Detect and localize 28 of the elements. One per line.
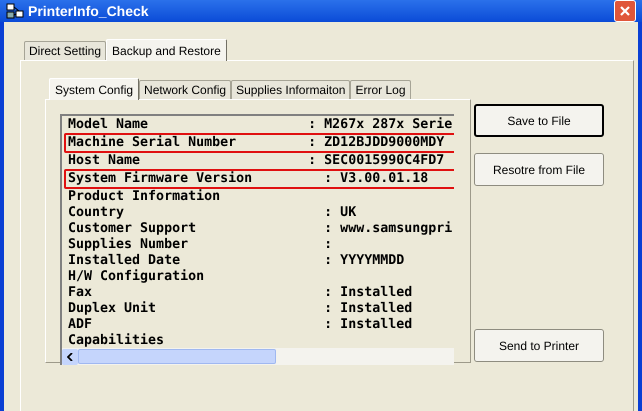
tab[interactable]: Supplies Informaiton xyxy=(231,80,350,99)
info-line: Installed Date : YYYYMMDD xyxy=(68,253,406,269)
tab[interactable]: Network Config xyxy=(139,80,232,99)
info-line: Duplex Unit : Installed xyxy=(68,301,414,317)
action-button[interactable]: Send to Printer xyxy=(474,329,604,362)
close-icon xyxy=(619,5,631,17)
info-line: Model Name : M267x 287x Serie xyxy=(68,117,454,133)
info-line: ADF : Installed xyxy=(68,317,414,333)
action-button[interactable]: Save to File xyxy=(474,104,604,137)
scroll-left-button[interactable] xyxy=(62,348,78,364)
scrollbar-thumb[interactable] xyxy=(78,349,276,364)
info-line: Capabilities xyxy=(68,333,166,348)
info-line: Country : UK xyxy=(68,205,358,221)
tab[interactable]: System Config xyxy=(49,78,140,100)
info-line: Fax : Installed xyxy=(68,285,414,301)
window-title: PrinterInfo_Check xyxy=(28,2,149,20)
info-line: Host Name : SEC0015990C4FD7 xyxy=(68,153,446,169)
horizontal-scrollbar[interactable] xyxy=(62,348,454,365)
printer-network-icon xyxy=(6,2,24,20)
action-button[interactable]: Resotre from File xyxy=(474,153,604,186)
close-button[interactable] xyxy=(614,0,636,22)
info-line: Customer Support : www.samsungpri xyxy=(68,221,454,237)
tab[interactable]: Backup and Restore xyxy=(106,39,227,61)
tab[interactable]: Direct Setting xyxy=(24,41,106,60)
info-line: Product Information xyxy=(68,189,222,205)
info-line: Supplies Number : xyxy=(68,237,334,253)
tab[interactable]: Error Log xyxy=(350,80,410,99)
info-line: H/W Configuration xyxy=(68,269,206,285)
